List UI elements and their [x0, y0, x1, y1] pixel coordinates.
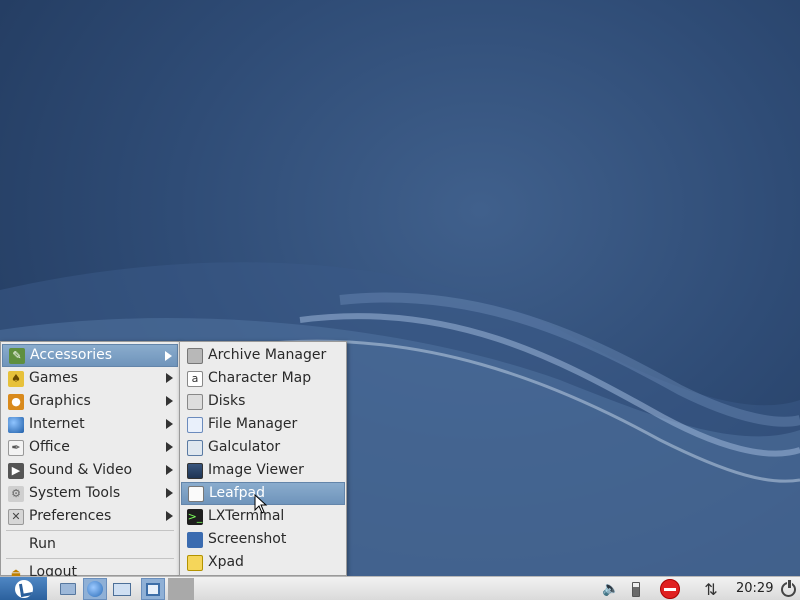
menu-item-image-viewer[interactable]: Image Viewer — [181, 459, 345, 482]
battery-indicator[interactable] — [628, 577, 644, 600]
menu-item-label: LXTerminal — [208, 508, 285, 524]
taskbar: 🔈 ⇅ 20:29 — [0, 576, 800, 600]
menu-item-accessories[interactable]: ✎ Accessories — [2, 344, 178, 367]
menu-item-label: Archive Manager — [208, 347, 327, 363]
network-arrows-icon: ⇅ — [704, 579, 718, 599]
application-menu: ✎ Accessories ♠ Games ● Graphics Interne… — [0, 341, 180, 580]
submenu-arrow-icon — [166, 419, 173, 429]
menu-item-label: Sound & Video — [29, 462, 133, 478]
menu-item-label: Screenshot — [208, 531, 287, 547]
menu-separator — [6, 558, 174, 559]
menu-item-label: Internet — [29, 416, 85, 432]
terminal-icon: >_ — [187, 508, 203, 525]
menu-item-xpad[interactable]: Xpad — [181, 551, 345, 574]
menu-item-system-tools[interactable]: ⚙ System Tools — [2, 482, 178, 505]
menu-item-label: Disks — [208, 393, 246, 409]
workspace-1-button[interactable] — [141, 578, 165, 600]
disks-icon — [187, 393, 203, 410]
lubuntu-logo-icon — [14, 580, 33, 598]
workspace-icon — [113, 582, 131, 596]
system-tools-icon: ⚙ — [8, 485, 24, 502]
leafpad-icon — [188, 485, 204, 502]
menu-item-galculator[interactable]: Galculator — [181, 436, 345, 459]
menu-item-screenshot[interactable]: Screenshot — [181, 528, 345, 551]
power-icon — [780, 579, 796, 597]
network-button[interactable]: ⇅ — [700, 577, 722, 600]
menu-item-label: Preferences — [29, 508, 112, 524]
menu-item-label: Games — [29, 370, 78, 386]
volume-icon: 🔈 — [602, 581, 620, 597]
menu-item-internet[interactable]: Internet — [2, 413, 178, 436]
submenu-arrow-icon — [165, 351, 172, 361]
menu-item-label: Galculator — [208, 439, 281, 455]
no-entry-icon — [660, 579, 680, 599]
menu-item-graphics[interactable]: ● Graphics — [2, 390, 178, 413]
menu-item-label: Graphics — [29, 393, 91, 409]
submenu-arrow-icon — [166, 396, 173, 406]
power-button[interactable] — [778, 577, 798, 600]
menu-item-file-manager[interactable]: File Manager — [181, 413, 345, 436]
menu-item-label: File Manager — [208, 416, 298, 432]
screenshot-icon — [187, 531, 203, 548]
games-icon: ♠ — [8, 370, 24, 387]
mouse-cursor-icon — [254, 494, 268, 514]
menu-separator — [6, 530, 174, 531]
sound-video-icon: ▶ — [8, 462, 24, 479]
menu-item-label: Accessories — [30, 347, 113, 363]
accessories-icon: ✎ — [9, 347, 25, 364]
menu-item-preferences[interactable]: ✕ Preferences — [2, 505, 178, 528]
submenu-arrow-icon — [166, 442, 173, 452]
browser-icon — [87, 581, 103, 597]
run-icon — [8, 537, 24, 553]
menu-item-label: Run — [29, 536, 56, 552]
submenu-arrow-icon — [166, 488, 173, 498]
office-icon: ✒ — [8, 439, 24, 456]
submenu-arrow-icon — [166, 465, 173, 475]
volume-button[interactable]: 🔈 — [600, 577, 622, 600]
menu-item-label: Xpad — [208, 554, 244, 570]
internet-icon — [8, 416, 24, 433]
menu-item-label: Image Viewer — [208, 462, 304, 478]
clock[interactable]: 20:29 — [736, 577, 773, 600]
image-viewer-icon — [187, 462, 203, 479]
menu-item-label: System Tools — [29, 485, 121, 501]
menu-item-office[interactable]: ✒ Office — [2, 436, 178, 459]
accessories-submenu: Archive Manager a Character Map Disks Fi… — [179, 341, 347, 576]
web-browser-launcher[interactable] — [83, 578, 107, 600]
submenu-arrow-icon — [166, 511, 173, 521]
archive-icon — [187, 347, 203, 364]
menu-item-sound-video[interactable]: ▶ Sound & Video — [2, 459, 178, 482]
folder-icon — [60, 583, 76, 595]
menu-item-games[interactable]: ♠ Games — [2, 367, 178, 390]
start-menu-button[interactable] — [0, 577, 47, 600]
menu-item-run[interactable]: Run — [2, 533, 178, 556]
file-manager-launcher[interactable] — [56, 578, 80, 600]
desktop-pager-button[interactable] — [110, 578, 134, 600]
window-icon — [146, 582, 160, 596]
menu-item-disks[interactable]: Disks — [181, 390, 345, 413]
notification-button[interactable] — [657, 577, 683, 600]
character-map-icon: a — [187, 370, 203, 387]
xpad-icon — [187, 554, 203, 571]
submenu-arrow-icon — [166, 373, 173, 383]
graphics-icon: ● — [8, 393, 24, 410]
menu-item-character-map[interactable]: a Character Map — [181, 367, 345, 390]
menu-item-label: Character Map — [208, 370, 312, 386]
preferences-icon: ✕ — [8, 508, 24, 525]
workspace-2-button[interactable] — [168, 578, 194, 600]
file-manager-icon — [187, 416, 203, 433]
calculator-icon — [187, 439, 203, 456]
menu-item-label: Office — [29, 439, 70, 455]
battery-icon — [632, 581, 640, 597]
menu-item-archive-manager[interactable]: Archive Manager — [181, 344, 345, 367]
